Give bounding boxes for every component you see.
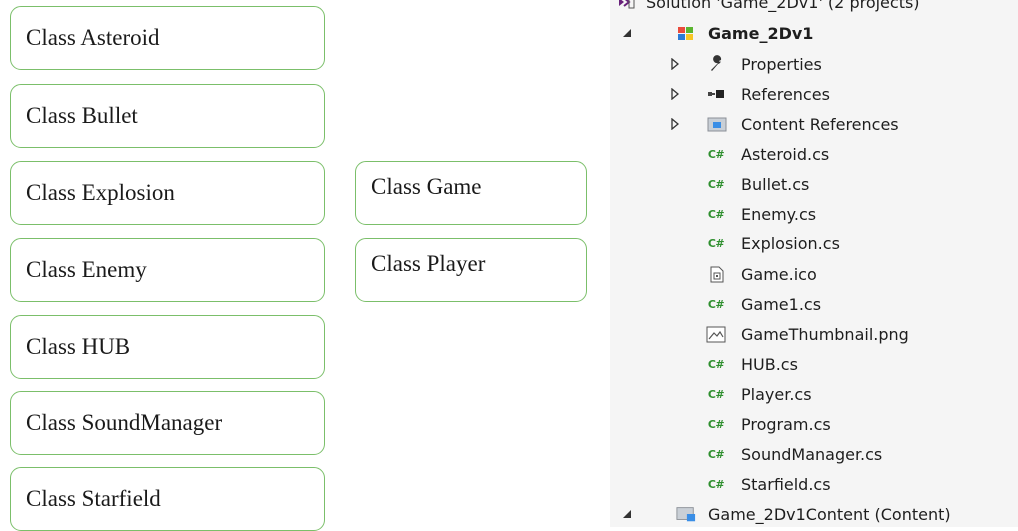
- csharp-badge: C#: [707, 447, 725, 461]
- csharp-badge: C#: [707, 177, 725, 191]
- folder-icon: [707, 115, 727, 133]
- references-icon: [707, 85, 727, 103]
- file-name: Starfield.cs: [741, 474, 831, 494]
- file-name: GameThumbnail.png: [741, 324, 909, 344]
- file-item[interactable]: C# Program.cs: [610, 409, 1018, 439]
- class-box-explosion: Class Explosion: [10, 161, 325, 225]
- expand-triangle-icon[interactable]: [668, 87, 682, 101]
- csharp-file-icon: C#: [706, 175, 726, 193]
- references-node[interactable]: References: [610, 79, 1018, 109]
- csharp-badge: C#: [707, 236, 725, 250]
- file-item[interactable]: C# Enemy.cs: [610, 199, 1018, 229]
- content-project-icon: [676, 505, 696, 523]
- csharp-badge: C#: [707, 147, 725, 161]
- file-name: Asteroid.cs: [741, 144, 830, 164]
- solution-icon: [616, 0, 636, 11]
- csharp-file-icon: C#: [706, 475, 726, 493]
- csharp-file-icon: C#: [706, 385, 726, 403]
- file-item[interactable]: C# Game1.cs: [610, 289, 1018, 319]
- csharp-file-icon: C#: [706, 295, 726, 313]
- solution-node[interactable]: Solution 'Game_2Dv1' (2 projects): [610, 0, 1018, 17]
- file-name: Game1.cs: [741, 294, 822, 314]
- project-node-game-2dv1[interactable]: Game_2Dv1: [610, 18, 1018, 48]
- csharp-badge: C#: [707, 297, 725, 311]
- solution-label: Solution 'Game_2Dv1' (2 projects): [646, 0, 920, 12]
- file-name: Player.cs: [741, 384, 812, 404]
- file-item[interactable]: C# Player.cs: [610, 379, 1018, 409]
- content-project-label: Game_2Dv1Content (Content): [708, 504, 951, 524]
- class-box-starfield: Class Starfield: [10, 467, 325, 531]
- class-label: Class Enemy: [26, 257, 147, 282]
- file-name: Program.cs: [741, 414, 831, 434]
- class-label: Class Bullet: [26, 103, 138, 128]
- class-label: Class Starfield: [26, 486, 161, 511]
- csharp-badge: C#: [707, 477, 725, 491]
- expand-triangle-icon[interactable]: [668, 117, 682, 131]
- class-label: Class Explosion: [26, 180, 175, 205]
- class-label: Class Game: [371, 174, 482, 199]
- csharp-project-icon: [676, 24, 696, 42]
- class-label: Class Asteroid: [26, 25, 160, 50]
- wrench-icon: [707, 55, 727, 73]
- class-label: Class HUB: [26, 334, 131, 359]
- properties-label: Properties: [741, 54, 822, 74]
- file-name: SoundManager.cs: [741, 444, 883, 464]
- file-item[interactable]: Game.ico: [610, 259, 1018, 289]
- csharp-file-icon: C#: [706, 234, 726, 252]
- csharp-badge: C#: [707, 207, 725, 221]
- file-name: HUB.cs: [741, 354, 798, 374]
- csharp-file-icon: C#: [706, 355, 726, 373]
- class-box-game: Class Game: [355, 161, 587, 225]
- image-file-icon: [706, 325, 726, 343]
- file-item[interactable]: GameThumbnail.png: [610, 319, 1018, 349]
- file-item[interactable]: C# Explosion.cs: [610, 228, 1018, 258]
- csharp-badge: C#: [707, 387, 725, 401]
- content-references-label: Content References: [741, 114, 899, 134]
- file-name: Bullet.cs: [741, 174, 810, 194]
- class-box-hub: Class HUB: [10, 315, 325, 379]
- class-label: Class SoundManager: [26, 410, 223, 435]
- file-name: Enemy.cs: [741, 204, 817, 224]
- file-name: Explosion.cs: [741, 233, 840, 253]
- file-item[interactable]: C# Asteroid.cs: [610, 139, 1018, 169]
- expand-triangle-icon[interactable]: [668, 57, 682, 71]
- csharp-file-icon: C#: [706, 415, 726, 433]
- csharp-file-icon: C#: [706, 445, 726, 463]
- class-label: Class Player: [371, 251, 486, 276]
- file-item[interactable]: C# Starfield.cs: [610, 469, 1018, 499]
- csharp-file-icon: C#: [706, 205, 726, 223]
- class-box-player: Class Player: [355, 238, 587, 302]
- content-project-node[interactable]: Game_2Dv1Content (Content): [610, 499, 1018, 527]
- properties-node[interactable]: Properties: [610, 49, 1018, 79]
- class-box-soundmanager: Class SoundManager: [10, 391, 325, 455]
- class-box-enemy: Class Enemy: [10, 238, 325, 302]
- csharp-badge: C#: [707, 357, 725, 371]
- file-name: Game.ico: [741, 264, 817, 284]
- solution-explorer: Solution 'Game_2Dv1' (2 projects) Game_2…: [610, 0, 1018, 527]
- file-item[interactable]: C# Bullet.cs: [610, 169, 1018, 199]
- csharp-file-icon: C#: [706, 145, 726, 163]
- content-references-node[interactable]: Content References: [610, 109, 1018, 139]
- file-item[interactable]: C# SoundManager.cs: [610, 439, 1018, 469]
- ico-file-icon: [707, 265, 727, 283]
- csharp-badge: C#: [707, 417, 725, 431]
- file-item[interactable]: C# HUB.cs: [610, 349, 1018, 379]
- collapse-triangle-icon[interactable]: [620, 26, 634, 40]
- project-label: Game_2Dv1: [708, 23, 814, 43]
- class-box-bullet: Class Bullet: [10, 84, 325, 148]
- class-box-asteroid: Class Asteroid: [10, 6, 325, 70]
- collapse-triangle-icon[interactable]: [620, 507, 634, 521]
- references-label: References: [741, 84, 830, 104]
